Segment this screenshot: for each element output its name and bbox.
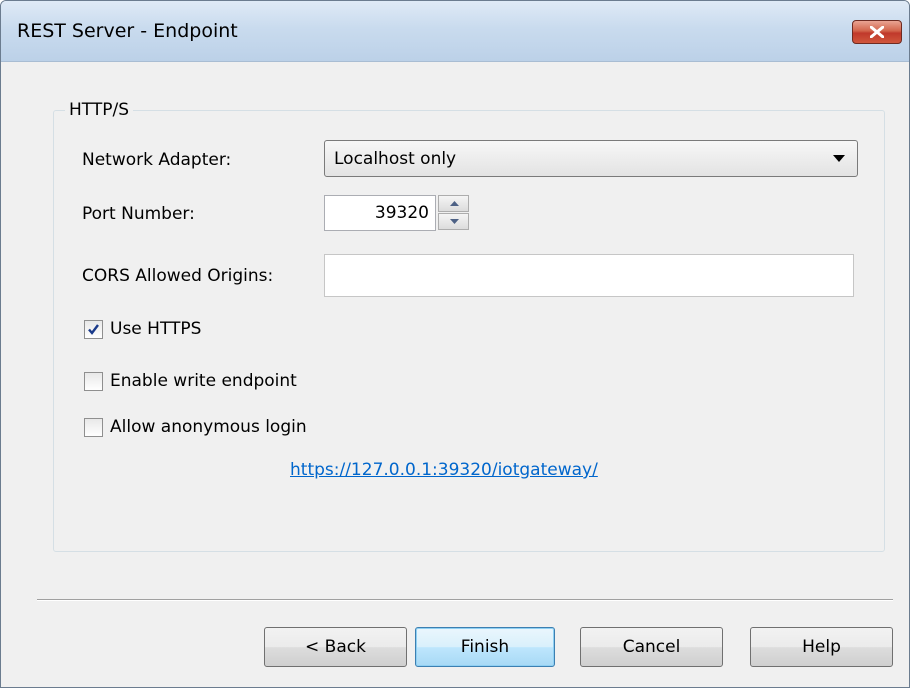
finish-button[interactable]: Finish [415, 627, 555, 667]
close-icon [870, 26, 884, 38]
button-separator [37, 599, 893, 601]
spin-down-button[interactable] [438, 213, 469, 230]
chevron-down-icon [833, 155, 845, 162]
dialog-window: REST Server - Endpoint HTTP/S Network Ad… [0, 0, 910, 688]
cors-origins-input[interactable] [324, 254, 854, 297]
allow-anonymous-login-checkbox[interactable] [84, 418, 103, 437]
enable-write-endpoint-checkbox[interactable] [84, 372, 103, 391]
group-title: HTTP/S [65, 100, 134, 120]
network-adapter-label: Network Adapter: [82, 150, 232, 170]
window-title: REST Server - Endpoint [17, 20, 238, 42]
port-number-stepper [438, 195, 469, 231]
network-adapter-select[interactable]: Localhost only [324, 140, 858, 177]
checkmark-icon [88, 324, 99, 335]
allow-anonymous-login-label[interactable]: Allow anonymous login [110, 417, 307, 437]
spin-up-button[interactable] [438, 195, 469, 212]
endpoint-url-link[interactable]: https://127.0.0.1:39320/iotgateway/ [290, 460, 598, 480]
close-button[interactable] [852, 20, 902, 44]
help-button[interactable]: Help [750, 627, 893, 667]
dialog-body: HTTP/S Network Adapter: Localhost only P… [9, 62, 901, 687]
port-number-value: 39320 [374, 203, 429, 223]
use-https-checkbox[interactable] [84, 320, 103, 339]
network-adapter-value: Localhost only [334, 149, 457, 169]
enable-write-endpoint-label[interactable]: Enable write endpoint [110, 371, 297, 391]
arrow-down-icon [450, 219, 459, 224]
back-button[interactable]: < Back [264, 627, 407, 667]
title-bar: REST Server - Endpoint [1, 1, 909, 62]
cancel-button[interactable]: Cancel [580, 627, 723, 667]
cors-label: CORS Allowed Origins: [82, 266, 274, 286]
arrow-up-icon [450, 201, 459, 206]
use-https-label[interactable]: Use HTTPS [110, 319, 201, 339]
port-number-input[interactable]: 39320 [324, 195, 436, 231]
port-number-label: Port Number: [82, 204, 195, 224]
